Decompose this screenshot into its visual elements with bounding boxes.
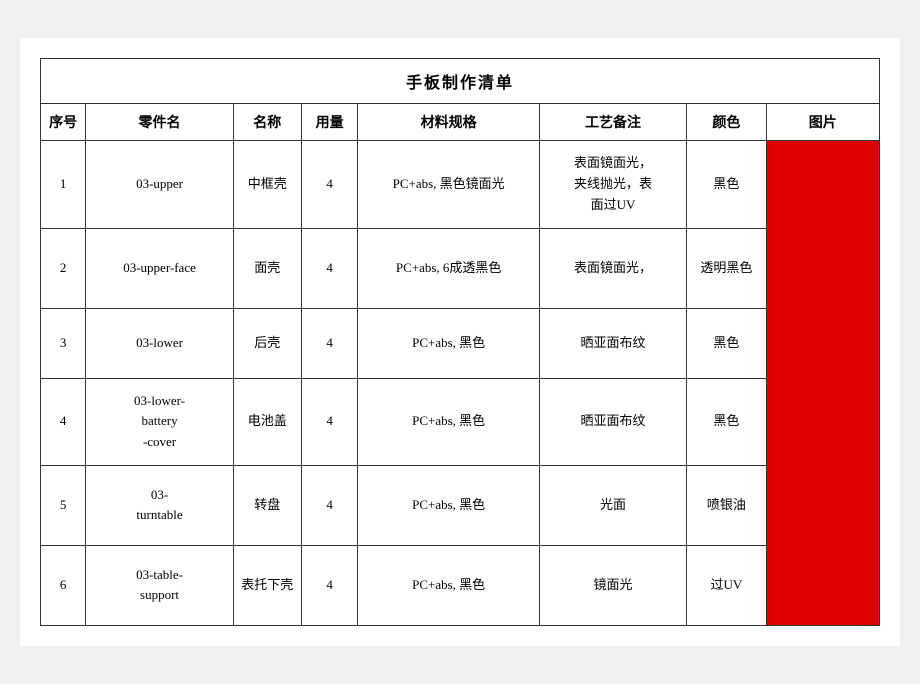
header-row: 序号 零件名 名称 用量 材料规格 工艺备注 颜色 图片 [41,104,880,141]
table-row: 3 03-lower 后壳 4 PC+abs, 黑色 晒亚面布纹 黑色 [41,308,880,378]
page-container: 手板制作清单 序号 零件名 名称 用量 材料规格 工艺备注 颜色 图片 1 03… [20,38,900,646]
cell-name-1: 中框壳 [233,141,301,228]
cell-process-3: 晒亚面布纹 [539,308,686,378]
cell-color-1: 黑色 [687,141,766,228]
cell-partname-6: 03-table-support [86,545,233,625]
cell-qty-3: 4 [301,308,358,378]
header-partname: 零件名 [86,104,233,141]
cell-material-6: PC+abs, 黑色 [358,545,539,625]
cell-material-5: PC+abs, 黑色 [358,465,539,545]
cell-material-2: PC+abs, 6成透黑色 [358,228,539,308]
cell-partname-4: 03-lower-battery-cover [86,378,233,465]
cell-color-6: 过UV [687,545,766,625]
cell-color-2: 透明黑色 [687,228,766,308]
table-row: 6 03-table-support 表托下壳 4 PC+abs, 黑色 镜面光… [41,545,880,625]
cell-material-4: PC+abs, 黑色 [358,378,539,465]
cell-qty-1: 4 [301,141,358,228]
cell-partname-5: 03-turntable [86,465,233,545]
cell-process-6: 镜面光 [539,545,686,625]
cell-color-3: 黑色 [687,308,766,378]
cell-qty-6: 4 [301,545,358,625]
header-name: 名称 [233,104,301,141]
cell-name-3: 后壳 [233,308,301,378]
cell-seq-4: 4 [41,378,86,465]
header-image: 图片 [766,104,879,141]
cell-process-2: 表面镜面光， [539,228,686,308]
table-row: 5 03-turntable 转盘 4 PC+abs, 黑色 光面 喷银油 [41,465,880,545]
image-column [766,141,879,626]
table-row: 1 03-upper 中框壳 4 PC+abs, 黑色镜面光 表面镜面光，夹线抛… [41,141,880,228]
cell-process-1: 表面镜面光，夹线抛光，表面过UV [539,141,686,228]
cell-seq-1: 1 [41,141,86,228]
table-row: 4 03-lower-battery-cover 电池盖 4 PC+abs, 黑… [41,378,880,465]
cell-seq-3: 3 [41,308,86,378]
cell-name-5: 转盘 [233,465,301,545]
cell-material-3: PC+abs, 黑色 [358,308,539,378]
cell-seq-5: 5 [41,465,86,545]
cell-process-5: 光面 [539,465,686,545]
cell-color-5: 喷银油 [687,465,766,545]
title-row: 手板制作清单 [41,59,880,104]
header-process: 工艺备注 [539,104,686,141]
table-row: 2 03-upper-face 面壳 4 PC+abs, 6成透黑色 表面镜面光… [41,228,880,308]
main-table: 手板制作清单 序号 零件名 名称 用量 材料规格 工艺备注 颜色 图片 1 03… [40,58,880,626]
cell-color-4: 黑色 [687,378,766,465]
cell-qty-2: 4 [301,228,358,308]
cell-name-6: 表托下壳 [233,545,301,625]
header-qty: 用量 [301,104,358,141]
cell-partname-3: 03-lower [86,308,233,378]
cell-qty-5: 4 [301,465,358,545]
table-title: 手板制作清单 [41,59,880,104]
cell-seq-6: 6 [41,545,86,625]
header-color: 颜色 [687,104,766,141]
cell-material-1: PC+abs, 黑色镜面光 [358,141,539,228]
cell-partname-2: 03-upper-face [86,228,233,308]
cell-partname-1: 03-upper [86,141,233,228]
cell-process-4: 晒亚面布纹 [539,378,686,465]
cell-qty-4: 4 [301,378,358,465]
cell-seq-2: 2 [41,228,86,308]
header-seq: 序号 [41,104,86,141]
cell-name-4: 电池盖 [233,378,301,465]
header-material: 材料规格 [358,104,539,141]
cell-name-2: 面壳 [233,228,301,308]
